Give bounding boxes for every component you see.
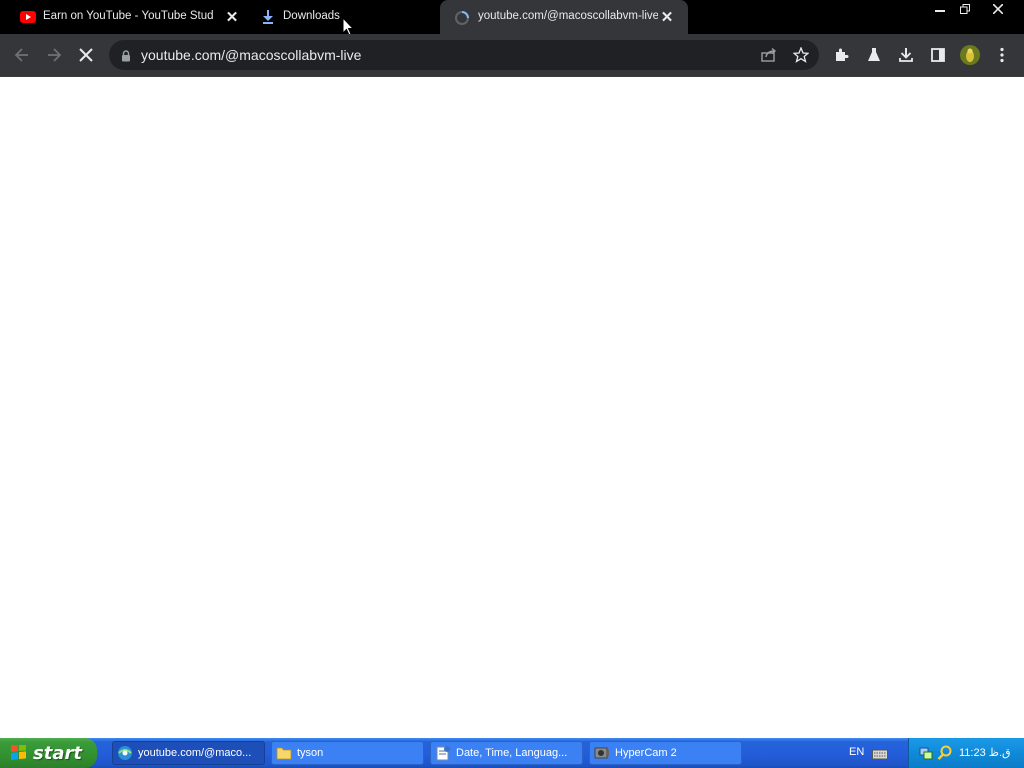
side-panel-icon[interactable] [926,43,950,67]
stop-loading-icon[interactable] [74,43,98,67]
restore-icon[interactable] [952,0,978,18]
search-icon[interactable] [937,745,953,761]
keyboard-icon[interactable] [872,747,888,760]
tab-youtube-studio[interactable]: Earn on YouTube - YouTube Studio ✕ [12,0,244,34]
forward-icon[interactable] [42,43,66,67]
tab-title: Downloads [283,10,340,22]
taskbar-button-tyson[interactable]: tyson [271,741,424,765]
download-icon [262,10,274,24]
tab-strip: Earn on YouTube - YouTube Studio ✕ Downl… [0,0,1024,36]
url-text: youtube.com/@macoscollabvm-live [141,47,362,63]
tab-title: youtube.com/@macoscollabvm-live [478,10,658,22]
hypercam-icon [594,745,610,761]
taskbar-button-label: HyperCam 2 [615,747,677,759]
network-icon[interactable] [918,745,934,761]
folder-icon [276,745,292,761]
taskbar-button-date-time[interactable]: Date, Time, Languag... [430,741,583,765]
close-tab-icon[interactable]: ✕ [659,9,675,26]
taskbar-button-browser[interactable]: youtube.com/@maco... [112,741,265,765]
control-panel-icon [435,745,451,761]
browser-icon [117,745,133,761]
taskbar-button-hypercam[interactable]: HyperCam 2 [589,741,742,765]
system-tray: 11:23 ق.ظ [908,738,1024,768]
youtube-icon [20,10,36,24]
tab-youtube-channel[interactable]: youtube.com/@macoscollabvm-live ✕ [440,0,688,34]
taskbar-button-label: Date, Time, Languag... [456,747,568,759]
download-icon[interactable] [894,43,918,67]
language-indicator[interactable]: EN [849,746,864,758]
browser-toolbar: youtube.com/@macoscollabvm-live [0,34,1024,77]
clock[interactable]: 11:23 ق.ظ [959,746,1011,759]
close-window-icon[interactable] [985,0,1011,18]
page-content[interactable] [0,77,1024,738]
bookmark-star-icon[interactable] [792,46,810,63]
taskbar-button-label: youtube.com/@maco... [138,747,252,759]
lock-icon[interactable] [121,49,131,62]
profile-avatar-icon[interactable] [958,43,982,67]
loading-spinner-icon [454,10,470,26]
minimize-icon[interactable] [927,0,953,18]
address-bar[interactable]: youtube.com/@macoscollabvm-live [109,40,819,70]
labs-flask-icon[interactable] [862,43,886,67]
extensions-icon[interactable] [830,43,854,67]
tab-title: Earn on YouTube - YouTube Studio [43,10,213,22]
back-icon[interactable] [10,43,34,67]
windows-logo-icon [11,743,27,761]
start-label: start [33,742,82,764]
share-icon[interactable] [761,47,777,63]
taskbar-button-label: tyson [297,747,324,759]
close-tab-icon[interactable]: ✕ [224,9,240,26]
taskbar: start youtube.com/@maco... tyson Date, T… [0,738,1024,768]
start-button[interactable]: start [0,738,97,768]
menu-kebab-icon[interactable] [990,43,1014,67]
